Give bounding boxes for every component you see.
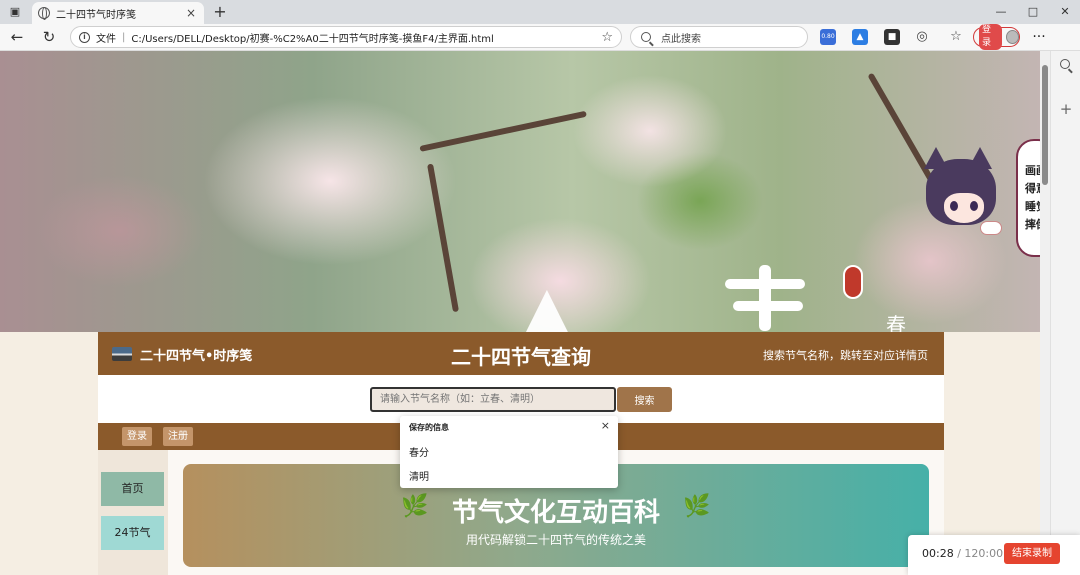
close-window-button[interactable]: ✕ (1048, 2, 1080, 22)
browser-search-placeholder: 点此搜索 (661, 33, 701, 45)
user-extension-icon[interactable]: ▲ (852, 29, 868, 45)
saved-info-dropdown: 保存的信息 × 春分 清明 (400, 416, 618, 488)
avatar (1005, 30, 1019, 44)
recording-timer: 00:28 / 120:00 (922, 547, 1003, 560)
mascot-paw (980, 221, 1002, 235)
copilot-icon[interactable]: ◎ (914, 29, 930, 45)
tab-close-icon[interactable]: × (184, 6, 198, 20)
page-title: 二十四节气查询 (451, 345, 591, 369)
recording-bar: 00:28 / 120:00 结束录制 (908, 535, 1080, 575)
hero-blossom-image: ▲ 春 (0, 51, 1040, 352)
side-search-magnifier (1060, 59, 1070, 69)
leaf-icon: 🌿 (683, 494, 711, 519)
stop-recording-button[interactable]: 结束录制 (1004, 543, 1060, 564)
register-button[interactable]: 注册 (163, 427, 193, 446)
browser-login-pill[interactable]: 登录 (973, 24, 1020, 50)
address-bar[interactable]: i 文件 | C:/Users/DELL/Desktop/初赛-%C2%A0二十… (70, 26, 622, 48)
browser-search-box[interactable]: 点此搜索 (630, 26, 808, 48)
dropdown-close-icon[interactable]: × (601, 419, 610, 432)
login-button[interactable]: 登录 (122, 427, 152, 446)
info-icon[interactable]: i (79, 31, 90, 43)
scroll-thumb[interactable] (1042, 65, 1048, 185)
mascot-action-fall[interactable]: 摔倒 (1025, 218, 1040, 232)
dropdown-title: 保存的信息 (409, 423, 449, 432)
browser-side-panel (1050, 51, 1080, 535)
site-header: 二十四节气•时序笺 二十四节气查询 搜索节气名称，跳转至对应详情页 (98, 332, 944, 375)
extension-badge-icon[interactable]: 0.80 (820, 29, 836, 45)
hero-branch (419, 110, 587, 152)
mascot-action-bubble: 画画 得意 睡觉 摔倒 (1016, 139, 1040, 257)
minimize-button[interactable]: — (984, 2, 1018, 22)
tab-actions-icon[interactable]: ▣ (6, 4, 24, 20)
mascot-character[interactable] (918, 141, 1028, 251)
mascot-eye (950, 201, 958, 211)
mascot-action-draw[interactable]: 画画 (1025, 164, 1040, 178)
search-icon (641, 32, 651, 42)
page-viewport: ▲ 春 画画 得意 睡觉 摔倒 二十四节气•时序笺 二十四节气查询 搜索节气名称… (0, 51, 1040, 575)
favorite-star-icon[interactable]: ☆ (601, 30, 613, 45)
address-url[interactable]: C:/Users/DELL/Desktop/初赛-%C2%A0二十四节气时序笺-… (131, 30, 595, 45)
hero-calligraphy-right (725, 261, 815, 331)
sidebar-item-24-terms[interactable]: 24节气 (101, 516, 164, 550)
back-arrow-icon[interactable]: ← (6, 27, 28, 47)
tab-title: 二十四节气时序笺 (56, 9, 136, 21)
game-extension-icon[interactable]: ■ (884, 29, 900, 45)
hero-branch (427, 163, 460, 313)
recording-elapsed: 00:28 (922, 547, 954, 560)
side-add-icon[interactable]: + (1058, 100, 1074, 118)
mascot-eye (970, 201, 978, 211)
hero-seal-icon (843, 265, 863, 299)
dropdown-item[interactable]: 春分 (409, 444, 429, 459)
address-file-label: 文件 (96, 33, 116, 45)
browser-toolbar: ← ↻ i 文件 | C:/Users/DELL/Desktop/初赛-%C2%… (0, 24, 1080, 51)
maximize-button[interactable]: □ (1016, 2, 1050, 22)
sidebar: 首页 24节气 (98, 450, 168, 575)
new-tab-button[interactable]: + (210, 2, 230, 22)
header-hint: 搜索节气名称，跳转至对应详情页 (763, 349, 928, 362)
banner-subtitle: 用代码解锁二十四节气的传统之美 (465, 533, 646, 547)
globe-icon (38, 7, 50, 20)
browser-login-label: 登录 (979, 24, 1002, 50)
mascot-action-proud[interactable]: 得意 (1025, 182, 1040, 196)
more-menu-icon[interactable]: ··· (1030, 27, 1048, 47)
search-button[interactable]: 搜索 (617, 387, 672, 412)
sidebar-item-home[interactable]: 首页 (101, 472, 164, 506)
browser-tab[interactable]: 二十四节气时序笺 × (32, 2, 204, 24)
page-scrollbar[interactable] (1040, 51, 1050, 575)
tab-bar: ▣ 二十四节气时序笺 × + — □ ✕ (0, 0, 1080, 24)
mascot-action-sleep[interactable]: 睡觉 (1025, 200, 1040, 214)
solar-term-search-input[interactable] (370, 387, 616, 412)
recording-total: / 120:00 (957, 547, 1004, 560)
refresh-icon[interactable]: ↻ (38, 27, 60, 47)
address-separator: | (122, 31, 126, 43)
dropdown-item[interactable]: 清明 (409, 468, 429, 483)
favorites-icon[interactable]: ☆ (948, 29, 964, 45)
side-search-icon[interactable] (1057, 56, 1075, 74)
logo-icon (112, 347, 132, 361)
banner-title: 节气文化互动百科 (451, 498, 660, 528)
site-logo-text[interactable]: 二十四节气•时序笺 (140, 345, 252, 364)
